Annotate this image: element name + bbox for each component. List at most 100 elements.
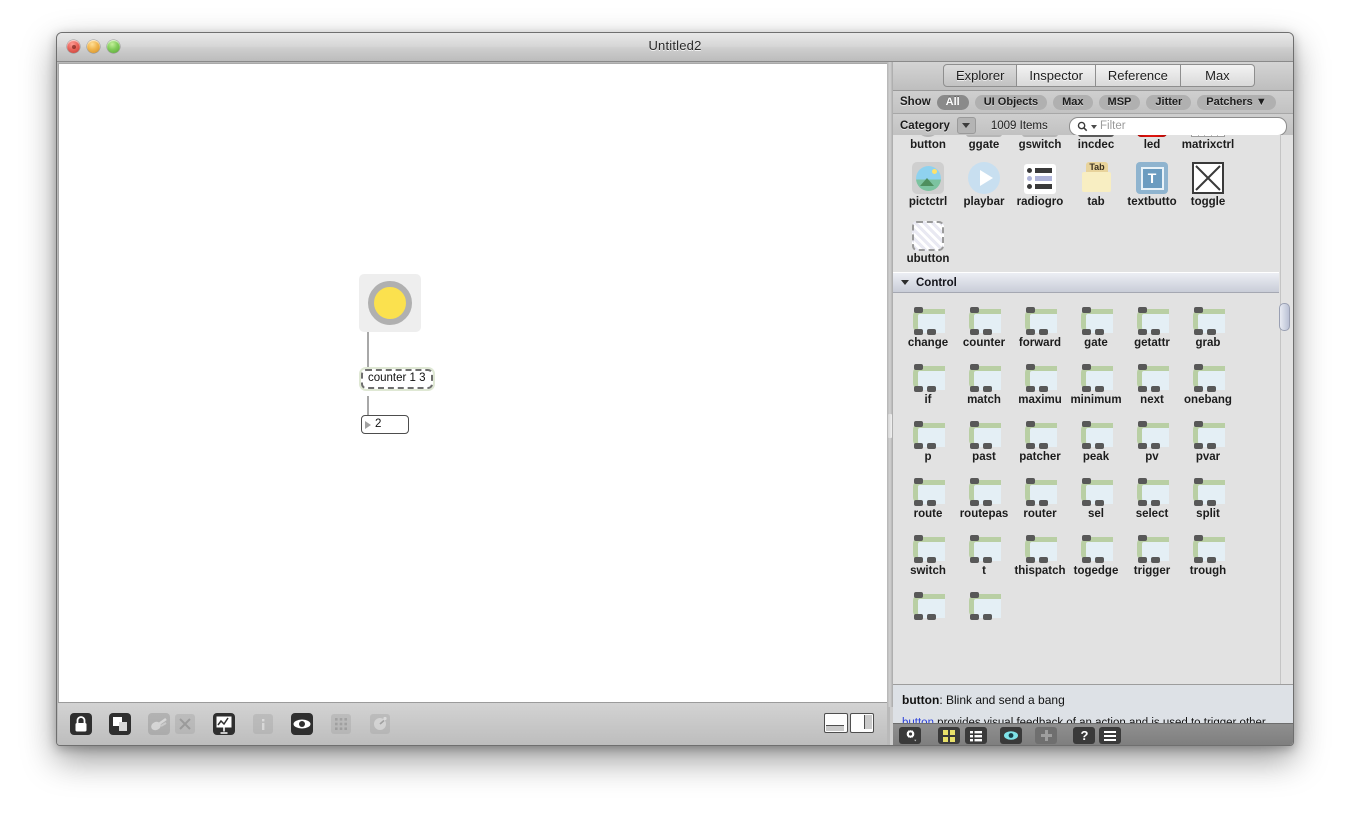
grid-view-icon[interactable] [938, 727, 960, 744]
lock-icon[interactable] [69, 712, 93, 736]
tab-max[interactable]: Max [1180, 64, 1255, 87]
palette-item-gate[interactable]: gate [1068, 299, 1124, 350]
palette-item-split[interactable]: split [1180, 470, 1236, 521]
palette-item-pv[interactable]: pv [1124, 413, 1180, 464]
palette-item-maximum[interactable]: maximu [1012, 356, 1068, 407]
palette-item-p[interactable]: p [900, 413, 956, 464]
ggate-icon [956, 135, 1012, 137]
show-filter-row: Show All UI Objects Max MSP Jitter Patch… [893, 91, 1293, 114]
palette-item-routepass[interactable]: routepas [956, 470, 1012, 521]
palette-item-next[interactable]: next [1124, 356, 1180, 407]
palette-item-grab[interactable]: grab [1180, 299, 1236, 350]
bottom-panel-toggle[interactable] [824, 713, 848, 733]
max-object-icon [1068, 299, 1124, 335]
gauge-icon[interactable] [368, 712, 392, 736]
gear-icon[interactable] [899, 727, 921, 744]
palette-item-minimum[interactable]: minimum [1068, 356, 1124, 407]
list-view-icon[interactable] [965, 727, 987, 744]
tab-explorer[interactable]: Explorer [943, 64, 1018, 87]
filter-pill-ui-objects[interactable]: UI Objects [974, 94, 1048, 110]
max-object-icon [1124, 413, 1180, 449]
help-icon[interactable]: ? [1073, 727, 1095, 744]
palette-item-if[interactable]: if [900, 356, 956, 407]
plus-icon[interactable] [1035, 727, 1057, 744]
palette-item-change[interactable]: change [900, 299, 956, 350]
object-palette[interactable]: button ggate gswitch incdec led matrixct… [893, 135, 1293, 684]
palette-item-textbutton[interactable]: T textbutto [1124, 158, 1180, 209]
palette-item-partial-1[interactable] [900, 584, 956, 622]
palette-item-match[interactable]: match [956, 356, 1012, 407]
palette-item-ggate[interactable]: ggate [956, 135, 1012, 152]
filter-pill-all[interactable]: All [936, 94, 969, 110]
palette-item-togedge[interactable]: togedge [1068, 527, 1124, 578]
palette-item-pvar[interactable]: pvar [1180, 413, 1236, 464]
window-titlebar[interactable]: Untitled2 [57, 33, 1293, 62]
palette-item-t[interactable]: t [956, 527, 1012, 578]
palette-item-switch[interactable]: switch [900, 527, 956, 578]
close-x-icon[interactable] [173, 712, 197, 736]
sidebar: Explorer Inspector Reference Max Show Al… [893, 62, 1293, 745]
palette-item-matrixctrl[interactable]: matrixctrl [1180, 135, 1236, 152]
section-header-control[interactable]: Control [893, 272, 1279, 293]
palette-label: p [924, 451, 932, 463]
palette-item-router[interactable]: router [1012, 470, 1068, 521]
palette-item-pictctrl[interactable]: pictctrl [900, 158, 956, 209]
info-icon[interactable] [251, 712, 275, 736]
presentation-mode-icon[interactable] [108, 712, 132, 736]
palette-scrollbar-thumb[interactable] [1279, 303, 1290, 331]
palette-item-playbar[interactable]: playbar [956, 158, 1012, 209]
scope-icon[interactable] [147, 712, 171, 736]
sidebar-tabbar: Explorer Inspector Reference Max [893, 62, 1293, 91]
palette-item-tab[interactable]: Tab tab [1068, 158, 1124, 209]
palette-item-onebang[interactable]: onebang [1180, 356, 1236, 407]
signal-probe-icon[interactable] [212, 712, 236, 736]
palette-item-gswitch[interactable]: gswitch [1012, 135, 1068, 152]
category-dropdown-button[interactable] [956, 117, 976, 134]
palette-item-counter[interactable]: counter [956, 299, 1012, 350]
palette-item-route[interactable]: route [900, 470, 956, 521]
bang-object[interactable] [359, 274, 421, 332]
palette-item-led[interactable]: led [1124, 135, 1180, 152]
search-input[interactable]: Filter [1069, 117, 1287, 136]
snap-icon[interactable] [290, 712, 314, 736]
palette-item-peak[interactable]: peak [1068, 413, 1124, 464]
palette-item-trough[interactable]: trough [1180, 527, 1236, 578]
palette-item-past[interactable]: past [956, 413, 1012, 464]
grid-icon[interactable] [329, 712, 353, 736]
palette-item-thispatcher[interactable]: thispatch [1012, 527, 1068, 578]
number-box[interactable]: 2 [361, 415, 409, 434]
palette-item-patcher[interactable]: patcher [1012, 413, 1068, 464]
palette-item-ubutton[interactable]: ubutton [900, 215, 956, 266]
search-scope-chevron-icon[interactable] [1091, 124, 1097, 129]
palette-item-radiogroup[interactable]: radiogro [1012, 158, 1068, 209]
palette-scrollbar[interactable] [1279, 135, 1292, 684]
palette-item-trigger[interactable]: trigger [1124, 527, 1180, 578]
tab-inspector[interactable]: Inspector [1017, 64, 1096, 87]
tab-reference[interactable]: Reference [1095, 64, 1181, 87]
palette-label: gswitch [1018, 139, 1062, 151]
palette-label: switch [910, 565, 946, 577]
eye-icon[interactable] [1000, 727, 1022, 744]
menu-icon[interactable] [1099, 727, 1121, 744]
filter-pill-msp[interactable]: MSP [1098, 94, 1141, 110]
filter-pill-max[interactable]: Max [1053, 94, 1093, 110]
palette-item-toggle[interactable]: toggle [1180, 158, 1236, 209]
palette-item-sel[interactable]: sel [1068, 470, 1124, 521]
palette-item-select[interactable]: select [1124, 470, 1180, 521]
palette-item-incdec[interactable]: incdec [1068, 135, 1124, 152]
palette-label: onebang [1184, 394, 1232, 406]
palette-label: trough [1189, 565, 1227, 577]
palette-label: tab [1087, 196, 1105, 208]
pictctrl-icon [900, 158, 956, 194]
side-panel-toggle[interactable] [850, 713, 874, 733]
palette-item-forward[interactable]: forward [1012, 299, 1068, 350]
palette-item-partial-2[interactable] [956, 584, 1012, 622]
patcher-canvas[interactable]: counter 1 3 2 [58, 63, 889, 703]
palette-label: toggle [1190, 196, 1226, 208]
filter-pill-patchers[interactable]: Patchers ▼ [1197, 94, 1276, 110]
counter-object-box[interactable]: counter 1 3 [361, 369, 433, 389]
max-object-icon [1124, 470, 1180, 506]
palette-item-button[interactable]: button [900, 135, 956, 152]
palette-item-getattr[interactable]: getattr [1124, 299, 1180, 350]
filter-pill-jitter[interactable]: Jitter [1146, 94, 1192, 110]
